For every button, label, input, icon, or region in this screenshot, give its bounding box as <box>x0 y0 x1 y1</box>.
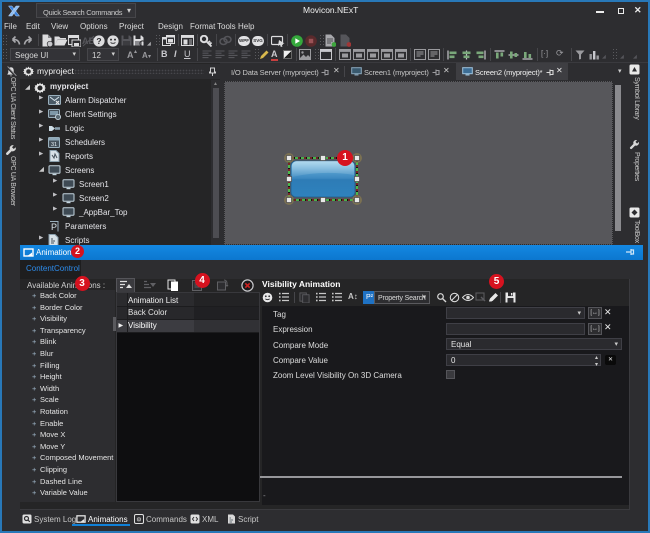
svg-text:⚙: ⚙ <box>136 516 141 523</box>
svg-text:31: 31 <box>51 142 57 148</box>
svg-text:P: P <box>51 222 57 232</box>
svg-text:?: ? <box>96 36 101 46</box>
